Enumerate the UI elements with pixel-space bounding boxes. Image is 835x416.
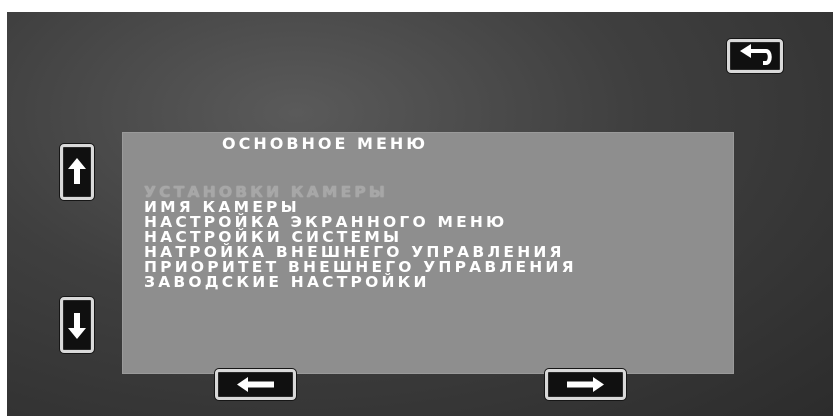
back-button[interactable] (727, 39, 783, 73)
next-button[interactable] (545, 369, 626, 400)
menu-title: ОСНОВНОЕ МЕНЮ (222, 134, 429, 153)
previous-button[interactable] (215, 369, 296, 400)
monitor-screen: ОСНОВНОЕ МЕНЮ УСТАНОВКИ КАМЕРЫ ИМЯ КАМЕР… (7, 12, 833, 416)
scroll-up-button[interactable] (60, 144, 94, 200)
menu-item-factory-settings[interactable]: ЗАВОДСКИЕ НАСТРОЙКИ (144, 274, 577, 290)
scroll-down-button[interactable] (60, 297, 94, 353)
arrow-right-icon (567, 377, 604, 392)
arrow-left-icon (237, 377, 274, 392)
menu-list: УСТАНОВКИ КАМЕРЫ ИМЯ КАМЕРЫ НАСТРОЙКА ЭК… (144, 184, 577, 290)
photo-frame: ОСНОВНОЕ МЕНЮ УСТАНОВКИ КАМЕРЫ ИМЯ КАМЕР… (0, 0, 835, 416)
arrow-up-icon (68, 158, 86, 184)
return-arrow-icon (740, 44, 772, 65)
main-menu-panel: ОСНОВНОЕ МЕНЮ УСТАНОВКИ КАМЕРЫ ИМЯ КАМЕР… (122, 132, 734, 374)
arrow-down-icon (68, 313, 86, 339)
